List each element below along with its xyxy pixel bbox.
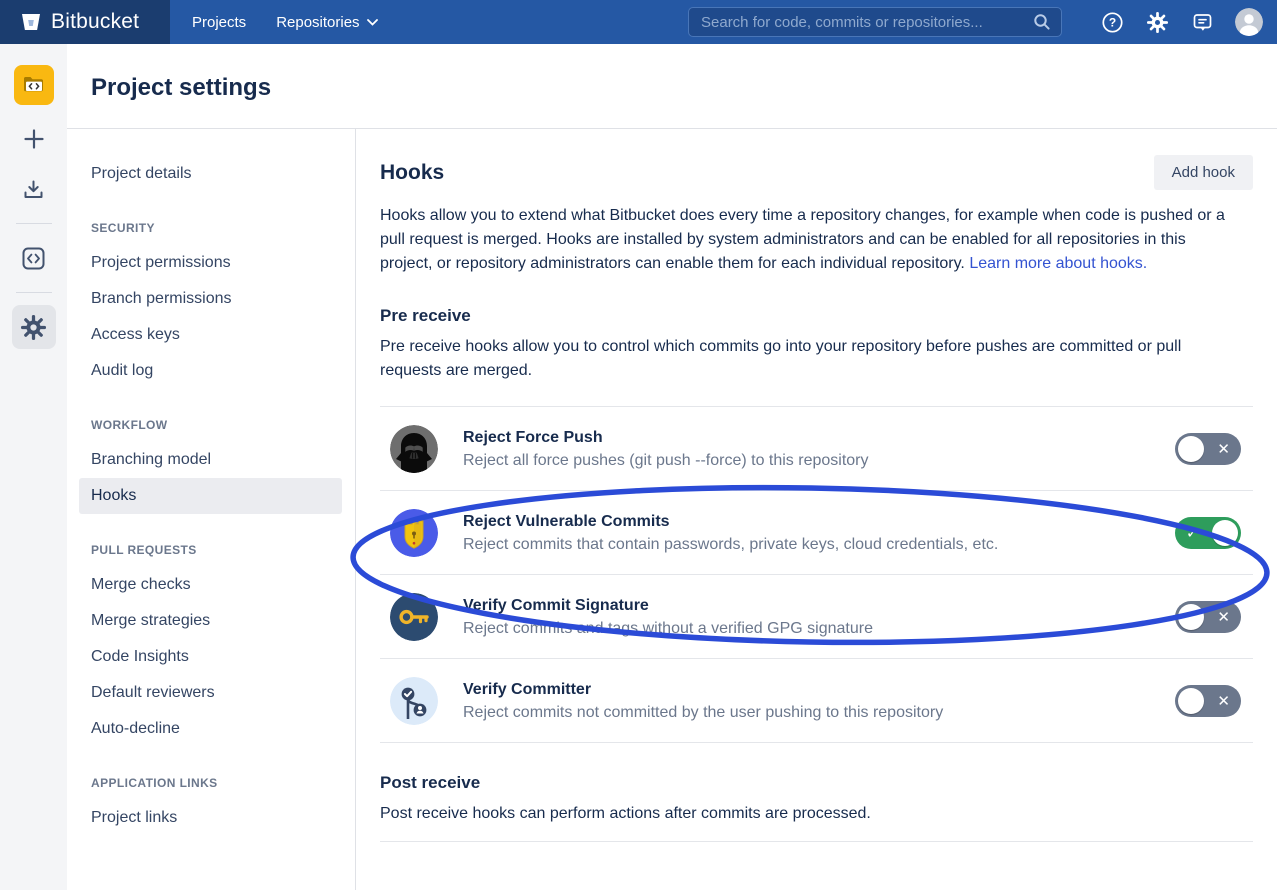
toggle-state-icon: ✓ (1186, 524, 1199, 542)
download-icon[interactable] (12, 167, 56, 211)
sidebar-section-security: SECURITY (67, 211, 355, 245)
hook-row-verify-commit-signature: Verify Commit Signature Reject commits a… (380, 575, 1253, 659)
sidebar-item-branching-model[interactable]: Branching model (79, 442, 342, 478)
help-icon[interactable]: ? (1100, 10, 1124, 34)
hook-description: Reject commits that contain passwords, p… (463, 533, 998, 556)
rail-divider (16, 223, 52, 224)
toggle-state-icon: ✕ (1217, 692, 1230, 710)
hook-title: Reject Force Push (463, 426, 869, 449)
search-input[interactable] (701, 14, 1033, 31)
page-title: Project settings (91, 74, 271, 102)
toggle-state-icon: ✕ (1217, 440, 1230, 458)
project-avatar-folder-code[interactable] (14, 65, 54, 105)
pre-receive-title: Pre receive (380, 306, 1253, 326)
post-receive-title: Post receive (380, 773, 1253, 793)
hook-toggle[interactable]: ✕ (1175, 433, 1241, 465)
sidebar-item-default-reviewers[interactable]: Default reviewers (79, 675, 342, 711)
settings-gear-icon[interactable] (12, 305, 56, 349)
sidebar-section-pull-requests: PULL REQUESTS (67, 533, 355, 567)
toggle-state-icon: ✕ (1217, 608, 1230, 626)
hook-row-verify-committer: Verify Committer Reject commits not comm… (380, 659, 1253, 743)
nav-repositories[interactable]: Repositories (276, 14, 377, 31)
post-receive-description: Post receive hooks can perform actions a… (380, 802, 1230, 826)
toggle-knob (1212, 520, 1238, 546)
post-receive-divider (380, 841, 1253, 842)
plus-icon[interactable] (12, 117, 56, 161)
hook-toggle[interactable]: ✓ (1175, 517, 1241, 549)
hook-title: Reject Vulnerable Commits (463, 510, 998, 533)
hooks-intro: Hooks allow you to extend what Bitbucket… (380, 204, 1230, 276)
sidebar-item-branch-permissions[interactable]: Branch permissions (79, 281, 342, 317)
sidebar-item-audit-log[interactable]: Audit log (79, 353, 342, 389)
global-search[interactable] (688, 7, 1062, 37)
hook-description: Reject commits not committed by the user… (463, 701, 943, 724)
icon-rail (0, 44, 67, 890)
shield-avatar (390, 509, 438, 557)
sidebar-item-merge-strategies[interactable]: Merge strategies (79, 603, 342, 639)
nav-projects[interactable]: Projects (192, 14, 246, 31)
add-hook-button[interactable]: Add hook (1154, 155, 1253, 190)
bitbucket-logo-icon (20, 11, 42, 33)
search-icon[interactable] (1033, 13, 1051, 31)
user-avatar[interactable] (1235, 8, 1263, 36)
svg-text:?: ? (1108, 15, 1115, 29)
pre-receive-description: Pre receive hooks allow you to control w… (380, 335, 1230, 383)
sidebar-item-hooks[interactable]: Hooks (79, 478, 342, 514)
toggle-knob (1178, 436, 1204, 462)
darth-vader-avatar (390, 425, 438, 473)
hook-description: Reject commits and tags without a verifi… (463, 617, 873, 640)
sidebar-item-access-keys[interactable]: Access keys (79, 317, 342, 353)
gear-icon[interactable] (1145, 10, 1169, 34)
sidebar-item-project-details[interactable]: Project details (79, 156, 342, 192)
hook-description: Reject all force pushes (git push --forc… (463, 449, 869, 472)
toggle-knob (1178, 688, 1204, 714)
hook-row-reject-force-push: Reject Force Push Reject all force pushe… (380, 407, 1253, 491)
rail-divider (16, 292, 52, 293)
sidebar-item-project-permissions[interactable]: Project permissions (79, 245, 342, 281)
code-brackets-icon[interactable] (12, 236, 56, 280)
toggle-knob (1178, 604, 1204, 630)
hook-toggle[interactable]: ✕ (1175, 601, 1241, 633)
feedback-icon[interactable] (1190, 10, 1214, 34)
main-content: Hooks Add hook Hooks allow you to extend… (380, 128, 1253, 842)
navbar-actions: ? (1100, 0, 1263, 44)
sidebar-item-project-links[interactable]: Project links (79, 800, 342, 836)
brand-name: Bitbucket (51, 10, 139, 34)
sidebar-item-auto-decline[interactable]: Auto-decline (79, 711, 342, 747)
key-avatar (390, 593, 438, 641)
hook-row-reject-vulnerable-commits: Reject Vulnerable Commits Reject commits… (380, 491, 1253, 575)
settings-sidebar: Project details SECURITY Project permiss… (67, 129, 355, 890)
hook-title: Verify Commit Signature (463, 594, 873, 617)
sidebar-section-application-links: APPLICATION LINKS (67, 766, 355, 800)
bitbucket-logo[interactable]: Bitbucket (0, 0, 170, 44)
primary-nav: Projects Repositories (192, 14, 378, 31)
chevron-down-icon (367, 19, 378, 26)
branch-user-avatar (390, 677, 438, 725)
sidebar-item-code-insights[interactable]: Code Insights (79, 639, 342, 675)
hook-toggle[interactable]: ✕ (1175, 685, 1241, 717)
sidebar-item-merge-checks[interactable]: Merge checks (79, 567, 342, 603)
hooks-title: Hooks (380, 161, 444, 185)
sidebar-section-workflow: WORKFLOW (67, 408, 355, 442)
learn-more-link[interactable]: Learn more about hooks. (969, 255, 1147, 272)
pre-receive-hook-list: Reject Force Push Reject all force pushe… (380, 406, 1253, 743)
sidebar-divider (355, 129, 356, 890)
hook-title: Verify Committer (463, 678, 943, 701)
top-navbar: Bitbucket Projects Repositories ? (0, 0, 1277, 44)
